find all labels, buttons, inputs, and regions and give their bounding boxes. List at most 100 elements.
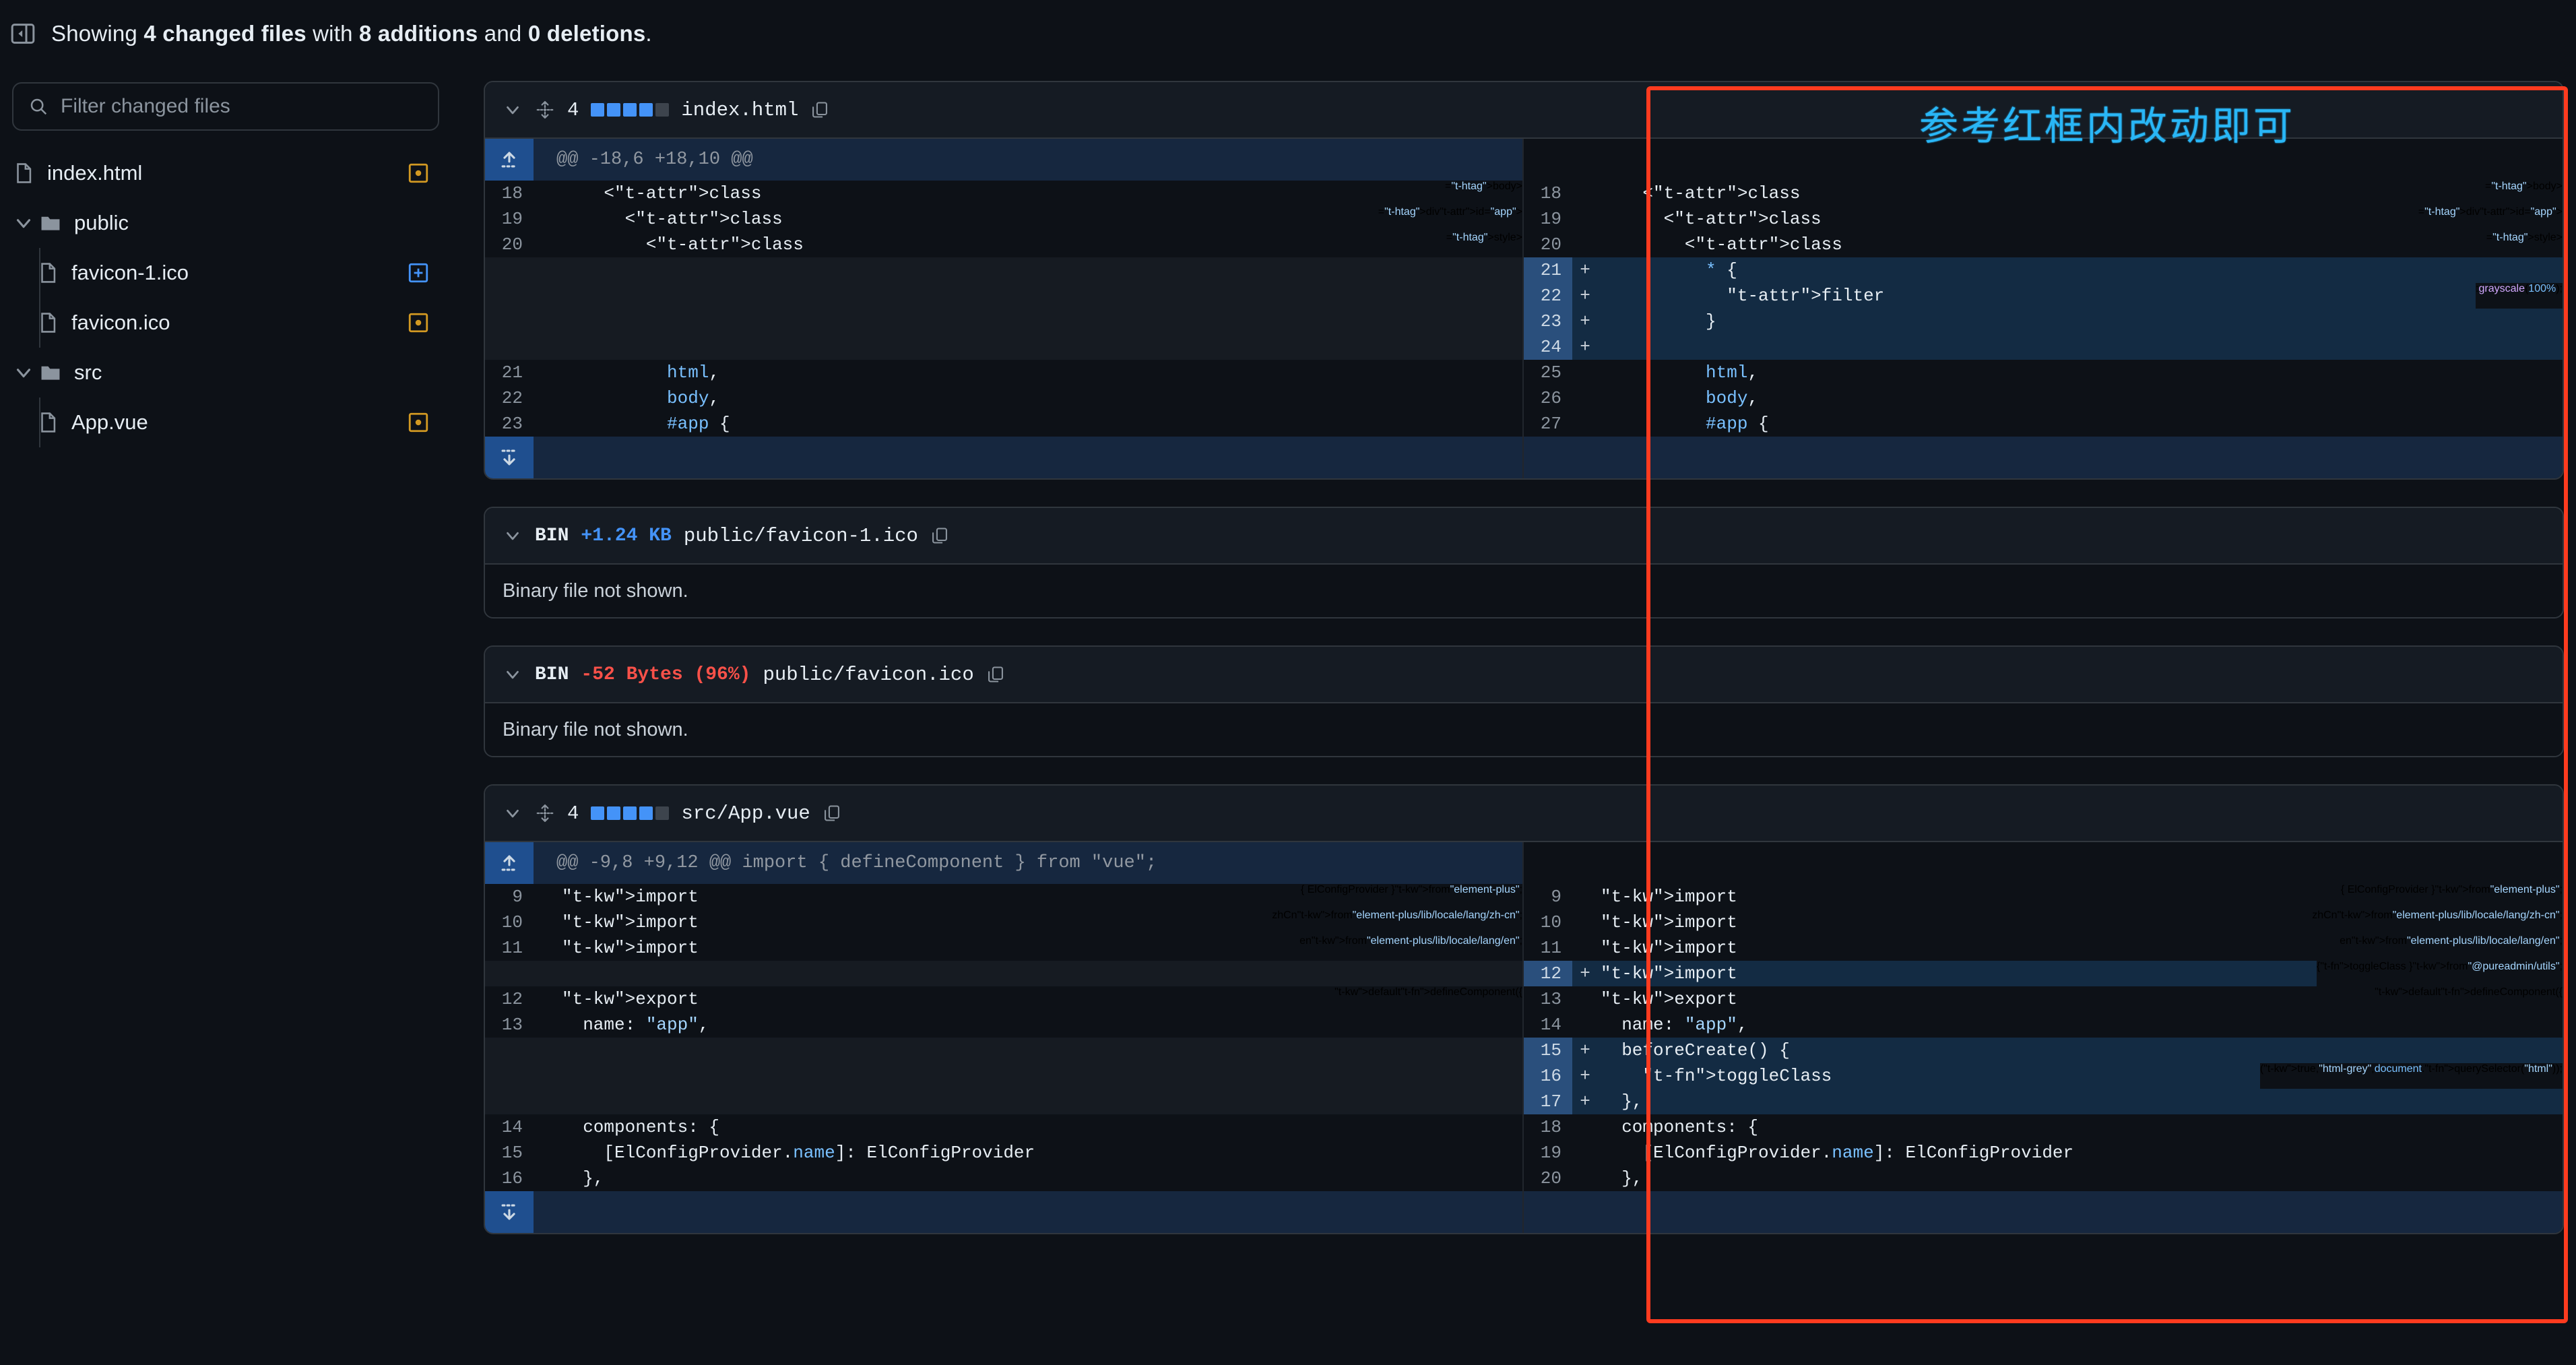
diff-line-row[interactable]: 10 "t-kw">import zhCn "t-kw" >from "elemen… — [1524, 910, 2563, 935]
file-tree-item-index.html[interactable]: index.html — [12, 148, 439, 198]
diff-line-row[interactable]: 20 }, — [1524, 1166, 2563, 1191]
diff-line-row[interactable]: 27 #app { — [1524, 411, 2563, 437]
diff-file-path[interactable]: index.html — [681, 99, 798, 121]
expand-up-icon[interactable] — [485, 842, 534, 884]
chevron-down-icon[interactable] — [503, 803, 523, 823]
diff-line-right: 12 + "t-kw">import { "t-fn" >toggleClass } … — [1524, 961, 2563, 986]
diff-file-path[interactable]: public/favicon.ico — [763, 664, 973, 686]
line-code: #app { — [1598, 411, 2563, 437]
diff-line-row[interactable]: 20 <"t-attr">class = "t-htag" >style> — [485, 232, 1522, 257]
diff-line-row[interactable]: 24 + — [1524, 334, 2563, 360]
diff-line-row[interactable]: 23 #app { — [485, 411, 1522, 437]
diff-file-path[interactable]: src/App.vue — [681, 802, 810, 825]
diff-line-pair: 21 + * { — [485, 257, 2563, 283]
line-number: 27 — [1524, 411, 1572, 437]
summary-files-count: 4 changed files — [143, 21, 307, 46]
diff-line-left — [485, 309, 1524, 334]
filter-changed-files-input[interactable] — [61, 95, 423, 118]
diff-line-row[interactable]: 21 + * { — [1524, 257, 2563, 283]
line-number: 26 — [1524, 385, 1572, 411]
line-code — [559, 961, 1522, 986]
diff-line-row[interactable] — [485, 961, 1522, 986]
diff-line-row[interactable] — [485, 1089, 1522, 1114]
file-tree-item-favicon.ico[interactable]: favicon.ico — [12, 298, 439, 348]
diff-line-row[interactable]: 19 <"t-attr">class = "t-htag" >div "t-attr"… — [1524, 206, 2563, 232]
line-marker — [1572, 232, 1598, 257]
expand-down-icon[interactable] — [485, 437, 534, 478]
copy-path-icon[interactable] — [823, 802, 841, 824]
expand-down-icon[interactable] — [485, 1191, 534, 1233]
diff-line-row[interactable]: 26 body, — [1524, 385, 2563, 411]
chevron-down-icon[interactable] — [12, 212, 35, 234]
chevron-down-icon[interactable] — [12, 361, 35, 384]
line-number: 12 — [1524, 961, 1572, 986]
hunk-gutter-spacer — [1524, 842, 1572, 884]
diff-line-row[interactable] — [485, 1038, 1522, 1063]
line-code — [559, 1038, 1522, 1063]
expand-spacer — [1572, 437, 2563, 478]
diff-line-pair: 19 <"t-attr">class = "t-htag" >div "t-attr"… — [485, 206, 2563, 232]
diff-line-row[interactable]: 18 <"t-attr">class = "t-htag" >body> — [485, 181, 1522, 206]
expand-up-icon[interactable] — [485, 139, 534, 181]
file-icon — [12, 161, 35, 185]
diff-line-row[interactable] — [485, 1063, 1522, 1089]
diff-line-row[interactable] — [485, 257, 1522, 283]
diff-line-row[interactable]: 17 + }, — [1524, 1089, 2563, 1114]
line-number: 13 — [1524, 986, 1572, 1012]
diff-line-row[interactable]: 16 + "t-fn">toggleClass("t-kw" >true, "htm… — [1524, 1063, 2563, 1089]
diff-file-public-favicon.ico: BIN -52 Bytes (96%) public/favicon.ico Bina… — [484, 645, 2564, 757]
diff-line-left: 19 <"t-attr">class = "t-htag" >div "t-attr"… — [485, 206, 1524, 232]
diff-line-row[interactable]: 10 "t-kw">import zhCn "t-kw" >from "elemen… — [485, 910, 1522, 935]
diff-line-row[interactable]: 13 "t-kw">export "t-kw" >default "t-fn" >de… — [1524, 986, 2563, 1012]
chevron-down-icon[interactable] — [503, 100, 523, 120]
diff-line-row[interactable]: 22 + "t-attr">filter: grayscale(100%); — [1524, 283, 2563, 309]
line-code: "t-kw">import — [559, 884, 1301, 910]
move-handle-icon[interactable] — [535, 802, 555, 825]
filter-changed-files-box[interactable] — [12, 82, 439, 131]
diff-line-row[interactable]: 19 [ElConfigProvider.name]: ElConfigProv… — [1524, 1140, 2563, 1166]
file-tree-item-public[interactable]: public — [12, 198, 439, 248]
move-handle-icon[interactable] — [535, 98, 555, 121]
copy-path-icon[interactable] — [810, 99, 829, 121]
diff-line-row[interactable]: 9 "t-kw">import { ElConfigProvider } "t-k… — [485, 884, 1522, 910]
file-tree-item-src[interactable]: src — [12, 348, 439, 398]
diff-line-row[interactable]: 25 html, — [1524, 360, 2563, 385]
diff-line-row[interactable]: 12 "t-kw">export "t-kw" >default "t-fn" >de… — [485, 986, 1522, 1012]
copy-path-icon[interactable] — [986, 664, 1005, 685]
diff-line-row[interactable]: 20 <"t-attr">class = "t-htag" >style> — [1524, 232, 2563, 257]
diff-line-row[interactable]: 12 + "t-kw">import { "t-fn" >toggleClass } … — [1524, 961, 2563, 986]
diff-line-row[interactable]: 13 name: "app", — [485, 1012, 1522, 1038]
line-number: 14 — [485, 1114, 534, 1140]
sidebar-collapse-icon[interactable] — [9, 20, 36, 47]
copy-path-icon[interactable] — [930, 525, 949, 546]
diff-file-path[interactable]: public/favicon-1.ico — [684, 525, 918, 547]
diff-line-row[interactable]: 15 [ElConfigProvider.name]: ElConfigProv… — [485, 1140, 1522, 1166]
diff-line-row[interactable]: 16 }, — [485, 1166, 1522, 1191]
diff-line-row[interactable]: 18 <"t-attr">class = "t-htag" >body> — [1524, 181, 2563, 206]
line-marker — [534, 334, 559, 360]
chevron-down-icon[interactable] — [503, 526, 523, 546]
diff-line-row[interactable]: 11 "t-kw">import en "t-kw" >from "element-… — [1524, 935, 2563, 961]
diff-line-row[interactable]: 19 <"t-attr">class = "t-htag" >div "t-attr"… — [485, 206, 1522, 232]
diff-line-row[interactable]: 18 components: { — [1524, 1114, 2563, 1140]
diff-line-row[interactable]: 14 components: { — [485, 1114, 1522, 1140]
diff-line-row[interactable]: 15 + beforeCreate() { — [1524, 1038, 2563, 1063]
chevron-down-icon[interactable] — [503, 664, 523, 685]
diff-line-row[interactable] — [485, 283, 1522, 309]
diff-line-row[interactable] — [485, 309, 1522, 334]
file-tree-item-favicon-1.ico[interactable]: favicon-1.ico — [12, 248, 439, 298]
diff-line-row[interactable]: 11 "t-kw">import en "t-kw" >from "element-… — [485, 935, 1522, 961]
diff-line-row[interactable]: 14 name: "app", — [1524, 1012, 2563, 1038]
diff-line-right: 21 + * { — [1524, 257, 2563, 283]
diff-line-row[interactable] — [485, 334, 1522, 360]
diff-line-row[interactable]: 21 html, — [485, 360, 1522, 385]
hunk-header-left: @@ -9,8 +9,12 @@ import { defineComponen… — [485, 842, 1524, 884]
diff-line-row[interactable]: 22 body, — [485, 385, 1522, 411]
diff-line-row[interactable]: 23 + } — [1524, 309, 2563, 334]
line-code: "t-kw">import — [1598, 884, 2341, 910]
file-tree-item-App.vue[interactable]: App.vue — [12, 398, 439, 447]
diff-line-row[interactable]: 9 "t-kw">import { ElConfigProvider } "t-k… — [1524, 884, 2563, 910]
line-number: 23 — [485, 411, 534, 437]
line-number: 16 — [1524, 1063, 1572, 1089]
tree-guide-line — [39, 298, 40, 348]
